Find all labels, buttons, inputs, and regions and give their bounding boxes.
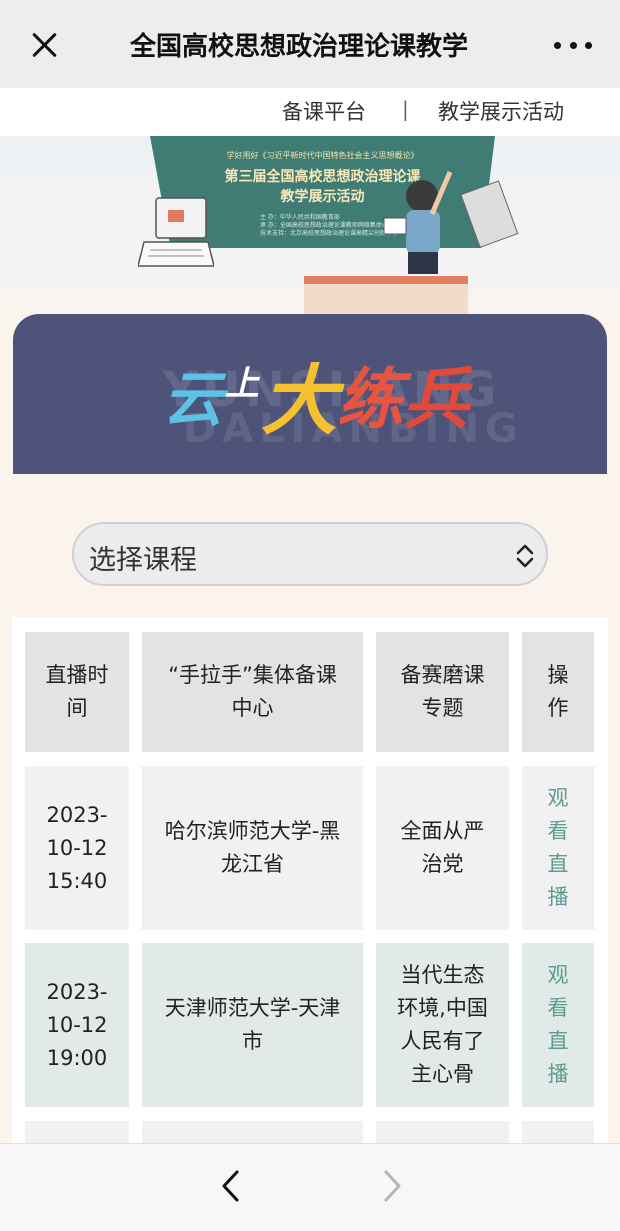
nav-link-teaching-showcase[interactable]: 教学展示活动 [438, 96, 564, 126]
teacher-illustration [383, 171, 453, 274]
table-row-center: 哈尔滨师范大学-黑 龙江省 [142, 766, 363, 930]
chevron-left-icon[interactable] [212, 1166, 252, 1206]
watch-live-text: 看 [547, 819, 569, 843]
table-row-center: 天津师范大学-天津 市 [142, 943, 363, 1107]
more-dots-icon[interactable] [548, 30, 598, 60]
watch-live-text: 播 [547, 1062, 569, 1086]
laptop-illustration [138, 197, 214, 267]
dot [569, 41, 577, 49]
bottom-nav-bar [0, 1143, 620, 1231]
watch-live-link[interactable]: 观 看 直 播 [522, 766, 594, 930]
sub-nav: 备课平台 | 教学展示活动 [0, 88, 620, 136]
cloud-training-card: YUNSHANG DALIANBING 云 上 大 练 兵 [13, 314, 607, 474]
cell-text: 龙江省 [221, 852, 284, 876]
table-row-time: 2023- 10-12 19:00 [25, 943, 129, 1107]
cloud-training-logo: 云 上 大 练 兵 [163, 344, 469, 445]
page-title: 全国高校思想政治理论课教学 [130, 32, 469, 62]
header-text: 专题 [421, 696, 464, 720]
table-row-topic: 全面从严 治党 [376, 766, 509, 930]
cell-text: 治党 [421, 852, 464, 876]
table-header-topic: 备赛磨课 专题 [376, 632, 509, 752]
top-bar: 全国高校思想政治理论课教学 [0, 0, 620, 88]
course-select[interactable]: 选择课程 [72, 522, 548, 586]
cell-text: 市 [242, 1029, 263, 1053]
cell-text: 10-12 [46, 1012, 108, 1037]
nav-link-prep-platform[interactable]: 备课平台 [282, 96, 366, 126]
header-text: 直播时 [45, 663, 109, 687]
header-text: 中心 [231, 696, 274, 720]
logo-char: 大 [261, 356, 337, 445]
cell-text: 哈尔滨师范大学-黑 [164, 819, 341, 843]
cell-text: 人民有了 [400, 1029, 485, 1053]
chevron-right-icon[interactable] [372, 1166, 412, 1206]
logo-char: 上 [225, 363, 259, 404]
cell-text: 2023- [46, 802, 108, 827]
table-header-time: 直播时 间 [25, 632, 129, 752]
schedule-table: 直播时 间 “手拉手”集体备课 中心 备赛磨课 专题 操 作 2023- 10-… [12, 617, 608, 1177]
cell-text: 15:40 [46, 868, 108, 893]
cell-text: 主心骨 [411, 1062, 474, 1086]
cell-text: 环境,中国 [397, 996, 488, 1020]
header-text: “手拉手”集体备课 [168, 663, 337, 687]
watch-live-text: 观 [547, 963, 569, 987]
cell-text: 全面从严 [400, 819, 485, 843]
watch-live-text: 播 [547, 885, 569, 909]
watch-live-text: 看 [547, 996, 569, 1020]
logo-char: 练 [337, 360, 403, 438]
dot [554, 41, 561, 49]
logo-char: 兵 [403, 360, 469, 438]
header-text: 操 [547, 663, 569, 687]
table-header-action: 操 作 [522, 632, 594, 752]
table-header-center: “手拉手”集体备课 中心 [142, 632, 363, 752]
select-updown-icon [516, 544, 534, 568]
watch-live-text: 直 [547, 1029, 569, 1053]
cell-text: 2023- [46, 979, 108, 1004]
logo-char: 云 [163, 364, 223, 435]
course-select-label: 选择课程 [89, 545, 197, 576]
table-row-topic: 当代生态 环境,中国 人民有了 主心骨 [376, 943, 509, 1107]
cell-text: 10-12 [46, 835, 108, 860]
nav-separator: | [402, 97, 409, 121]
cell-text: 19:00 [46, 1045, 108, 1070]
table-row-time: 2023- 10-12 15:40 [25, 766, 129, 930]
desk-illustration [304, 276, 468, 316]
cell-text: 当代生态 [400, 963, 485, 987]
film-reel-illustration [460, 180, 519, 248]
watch-live-link[interactable]: 观 看 直 播 [522, 943, 594, 1107]
dot [585, 41, 592, 49]
watch-live-text: 观 [547, 786, 569, 810]
header-text: 备赛磨课 [400, 663, 485, 687]
close-icon[interactable] [22, 22, 68, 68]
cell-text: 天津师范大学-天津 [164, 996, 341, 1020]
header-text: 间 [66, 696, 88, 720]
banner-subtitle: 学好用好《习近平新时代中国特色社会主义思想概论》 [226, 151, 419, 160]
header-text: 作 [547, 696, 569, 720]
watch-live-text: 直 [547, 852, 569, 876]
event-banner: 学好用好《习近平新时代中国特色社会主义思想概论》 第三届全国高校思想政治理论课 … [0, 136, 620, 326]
